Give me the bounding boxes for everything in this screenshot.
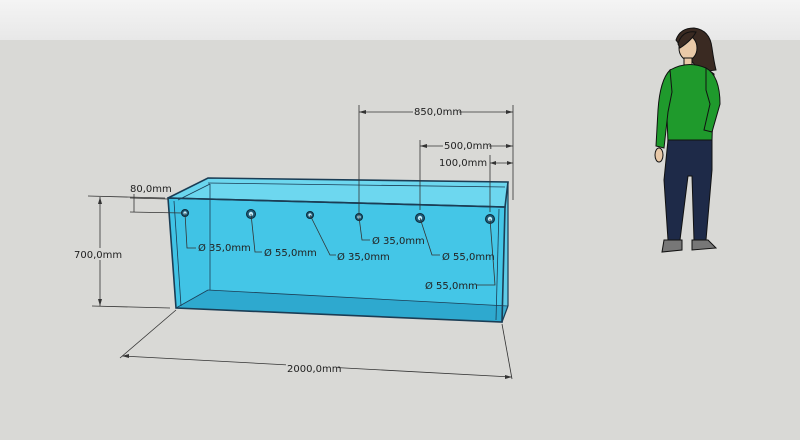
dim-label-100: 100,0mm (439, 158, 487, 169)
hole-label-2: Ø 55,0mm (264, 247, 317, 259)
person-scale-figure[interactable] (654, 27, 721, 253)
hole-label-6: Ø 55,0mm (425, 280, 478, 292)
hole-label-5: Ø 55,0mm (442, 251, 495, 263)
hole-label-3: Ø 35,0mm (337, 251, 390, 263)
dim-label-2000: 2000,0mm (287, 364, 341, 375)
modeling-viewport[interactable]: Ø 35,0mm Ø 55,0mm Ø 35,0mm Ø 35,0mm Ø 55… (0, 0, 800, 440)
dim-label-500: 500,0mm (444, 141, 492, 152)
dim-label-850: 850,0mm (414, 107, 462, 118)
dim-label-80: 80,0mm (130, 184, 172, 195)
hole-label-4: Ø 35,0mm (372, 235, 425, 247)
hole-label-1: Ø 35,0mm (198, 242, 251, 254)
dim-label-700: 700,0mm (74, 250, 122, 261)
